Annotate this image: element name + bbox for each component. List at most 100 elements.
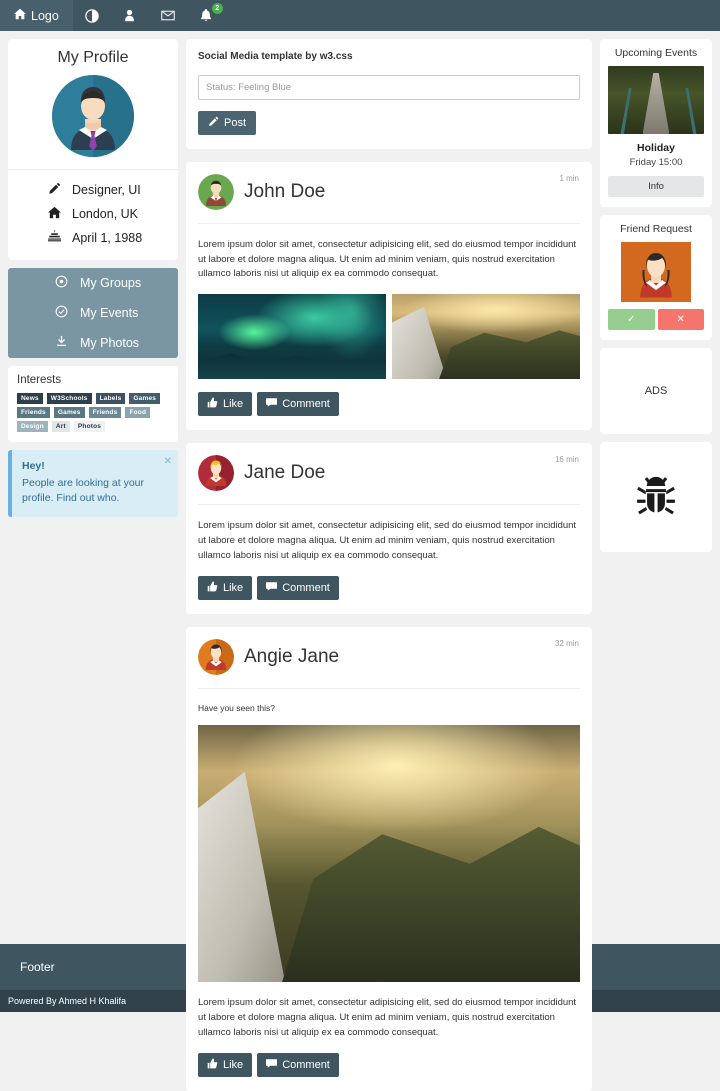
thumbs-up-icon bbox=[207, 581, 218, 595]
post-image-gallery bbox=[198, 294, 580, 380]
event-info-button[interactable]: Info bbox=[608, 176, 704, 197]
like-button[interactable]: Like bbox=[198, 1053, 253, 1078]
home-icon bbox=[46, 206, 62, 222]
comment-icon bbox=[266, 581, 278, 595]
close-icon[interactable]: ✕ bbox=[164, 455, 172, 470]
bell-icon[interactable]: 2 bbox=[187, 0, 225, 31]
forest-bridge-photo[interactable] bbox=[608, 66, 704, 134]
profile-location-label: London, UK bbox=[72, 207, 139, 221]
sidebar-item-my-groups[interactable]: My Groups bbox=[8, 268, 178, 298]
accept-friend-button[interactable]: ✓ bbox=[608, 309, 655, 330]
sidebar-item-my-photos[interactable]: My Photos bbox=[8, 328, 178, 358]
avatar bbox=[198, 455, 234, 492]
logo-label: Logo bbox=[31, 8, 59, 23]
friend-request-title: Friend Request bbox=[620, 223, 692, 235]
avatar bbox=[52, 75, 134, 157]
alert-title: Hey! bbox=[22, 460, 45, 472]
sidebar-item-my-events[interactable]: My Events bbox=[8, 298, 178, 328]
interest-tag[interactable]: Design bbox=[17, 421, 48, 432]
like-button[interactable]: Like bbox=[198, 392, 253, 417]
birthday-cake-icon bbox=[46, 230, 62, 246]
notification-badge: 2 bbox=[211, 3, 223, 14]
interest-tag[interactable]: News bbox=[17, 393, 43, 404]
interest-tag[interactable]: Art bbox=[51, 421, 70, 432]
post-author: John Doe bbox=[244, 181, 326, 202]
interests-card: Interests News W3Schools Labels Games Friend… bbox=[8, 366, 178, 442]
pencil-icon bbox=[46, 182, 62, 198]
status-composer-card: Social Media template by w3.css Post bbox=[186, 39, 592, 149]
post-image-gallery bbox=[198, 725, 580, 983]
mountain-photo-large[interactable] bbox=[198, 725, 580, 983]
status-input[interactable] bbox=[198, 75, 580, 100]
ads-label: ADS bbox=[644, 385, 668, 397]
interest-tag[interactable]: Games bbox=[53, 407, 85, 418]
reject-friend-button[interactable]: ✕ bbox=[657, 309, 704, 330]
ads-card[interactable]: ADS bbox=[600, 348, 712, 434]
comment-button[interactable]: Comment bbox=[257, 1053, 339, 1078]
interest-tag[interactable]: Photos bbox=[73, 421, 106, 432]
thumbs-up-icon bbox=[207, 1058, 218, 1072]
interest-tag[interactable]: Food bbox=[125, 407, 151, 418]
post-text: Lorem ipsum dolor sit amet, consectetur … bbox=[198, 520, 577, 561]
envelope-icon[interactable] bbox=[149, 0, 187, 31]
sidebar-item-label: My Events bbox=[80, 306, 139, 320]
aurora-photo[interactable] bbox=[198, 294, 386, 380]
comment-icon bbox=[266, 397, 278, 411]
globe-icon[interactable] bbox=[73, 0, 111, 31]
post-author: Angie Jane bbox=[244, 646, 340, 668]
post-actions: Like Comment bbox=[198, 392, 580, 417]
mountain-photo[interactable] bbox=[392, 294, 580, 380]
like-label: Like bbox=[223, 398, 244, 411]
post-card: 16 min Jane Doe Lorem ipsum dolor sit am… bbox=[186, 443, 592, 615]
like-label: Like bbox=[223, 1059, 244, 1072]
profile-meta-list: Designer, UI London, UK April 1, 1988 bbox=[8, 169, 178, 260]
post-actions: Like Comment bbox=[198, 1053, 580, 1078]
pencil-icon bbox=[208, 116, 219, 130]
left-sidebar: My Profile Designer, UI London, UK April… bbox=[8, 39, 178, 944]
interests-title: Interests bbox=[17, 374, 62, 386]
interest-tag[interactable]: Labels bbox=[95, 393, 126, 404]
top-navbar: Logo 2 bbox=[0, 0, 720, 31]
interest-tag[interactable]: W3Schools bbox=[46, 393, 92, 404]
comment-label: Comment bbox=[282, 398, 330, 411]
user-icon[interactable] bbox=[111, 0, 149, 31]
post-author: Jane Doe bbox=[244, 462, 326, 484]
comment-label: Comment bbox=[282, 1059, 330, 1072]
profile-job-label: Designer, UI bbox=[72, 183, 141, 197]
credit-label: Powered By Ahmed H Khalifa bbox=[8, 996, 127, 1006]
alert-text: People are looking at your profile. Find… bbox=[22, 477, 144, 505]
comment-label: Comment bbox=[282, 582, 330, 595]
friend-request-actions: ✓ ✕ bbox=[608, 309, 704, 330]
post-timestamp: 1 min bbox=[559, 174, 579, 183]
interest-tag[interactable]: Friends bbox=[17, 407, 50, 418]
comment-button[interactable]: Comment bbox=[257, 576, 339, 601]
like-button[interactable]: Like bbox=[198, 576, 253, 601]
logo-button[interactable]: Logo bbox=[0, 0, 73, 31]
event-time: Friday 15:00 bbox=[629, 157, 683, 168]
page-title: My Profile bbox=[57, 49, 129, 66]
home-icon bbox=[14, 8, 26, 23]
post-header: John Doe bbox=[198, 174, 580, 224]
upcoming-events-card: Upcoming Events Holiday Friday 15:00 Inf… bbox=[600, 39, 712, 207]
interest-tag[interactable]: Friends bbox=[88, 407, 122, 418]
events-title: Upcoming Events bbox=[614, 47, 698, 59]
post-header: Jane Doe bbox=[198, 455, 580, 506]
post-caption: Have you seen this? bbox=[198, 703, 276, 714]
download-icon bbox=[54, 335, 68, 351]
profile-birthday-label: April 1, 1988 bbox=[72, 231, 143, 245]
friend-request-card: Friend Request ✓ ✕ bbox=[600, 215, 712, 340]
sidebar-item-label: My Photos bbox=[80, 336, 140, 350]
event-name: Holiday bbox=[637, 142, 675, 154]
right-sidebar: Upcoming Events Holiday Friday 15:00 Inf… bbox=[600, 39, 712, 944]
post-header: Angie Jane bbox=[198, 639, 580, 690]
profile-meta-location: London, UK bbox=[8, 202, 178, 226]
comment-button[interactable]: Comment bbox=[257, 392, 339, 417]
post-button[interactable]: Post bbox=[198, 111, 257, 135]
footer-label: Footer bbox=[20, 960, 55, 974]
post-text: Lorem ipsum dolor sit amet, consectetur … bbox=[198, 997, 577, 1038]
composer-heading: Social Media template by w3.css bbox=[198, 51, 353, 62]
interest-tag[interactable]: Games bbox=[129, 393, 161, 404]
bug-icon bbox=[635, 475, 677, 520]
comment-icon bbox=[266, 1058, 278, 1072]
avatar bbox=[198, 639, 234, 676]
